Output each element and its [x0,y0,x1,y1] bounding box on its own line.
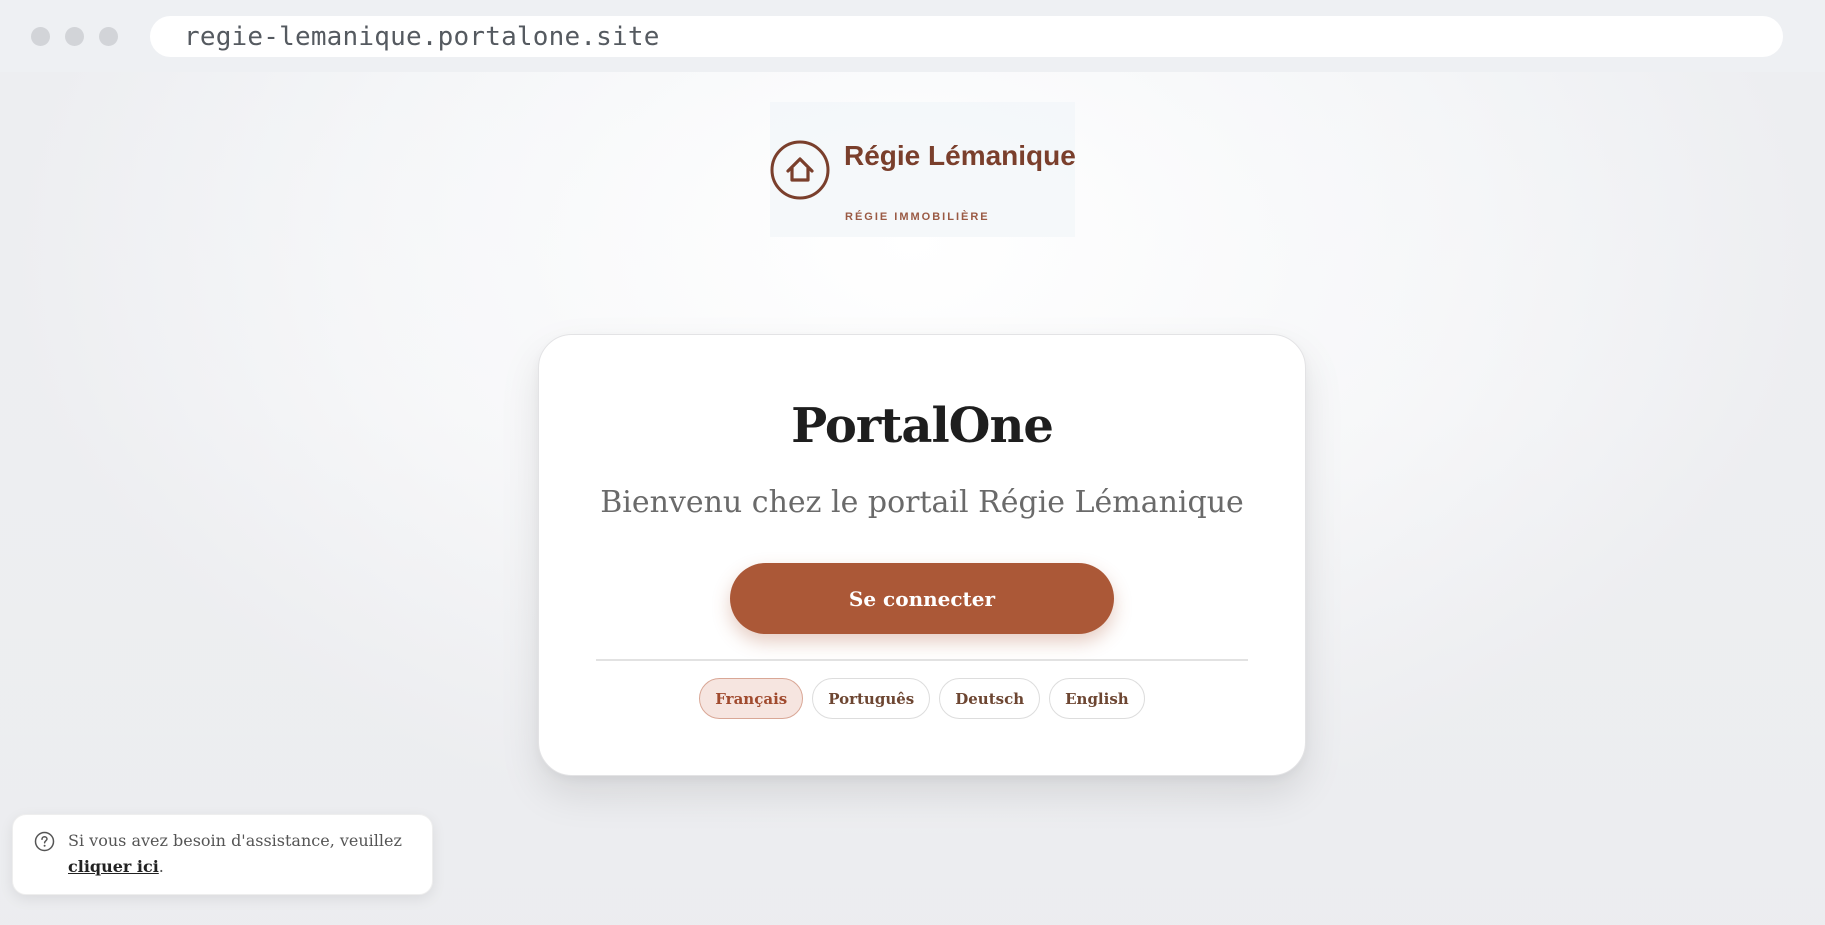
help-text: Si vous avez besoin d'assistance, veuill… [68,828,418,880]
login-button[interactable]: Se connecter [730,563,1114,634]
question-circle-icon [34,831,55,852]
browser-chrome: regie-lemanique.portalone.site [0,0,1825,72]
language-option-pt[interactable]: Português [812,678,931,719]
company-logo: Régie Lémanique RÉGIE IMMOBILIÈRE [770,102,1076,237]
language-option-fr[interactable]: Français [699,678,804,719]
house-icon [770,140,830,200]
help-link[interactable]: cliquer ici [68,857,159,876]
page-content: Régie Lémanique RÉGIE IMMOBILIÈRE Portal… [0,72,1825,925]
help-text-prefix: Si vous avez besoin d'assistance, veuill… [68,831,402,850]
url-text: regie-lemanique.portalone.site [184,21,660,52]
help-text-suffix: . [158,857,164,876]
help-toast: Si vous avez besoin d'assistance, veuill… [12,814,433,895]
window-close-dot[interactable] [31,27,50,46]
login-card: PortalOne Bienvenu chez le portail Régie… [538,334,1306,776]
logo-name: Régie Lémanique [844,140,1076,171]
logo-tagline: RÉGIE IMMOBILIÈRE [845,211,990,223]
divider [596,659,1248,661]
card-title: PortalOne [791,398,1054,454]
window-maximize-dot[interactable] [99,27,118,46]
card-subtitle: Bienvenu chez le portail Régie Lémanique [600,485,1244,520]
address-bar[interactable]: regie-lemanique.portalone.site [150,16,1783,57]
language-option-en[interactable]: English [1049,678,1145,719]
language-switcher: Français Português Deutsch English [539,678,1305,719]
window-minimize-dot[interactable] [65,27,84,46]
language-option-de[interactable]: Deutsch [939,678,1041,719]
